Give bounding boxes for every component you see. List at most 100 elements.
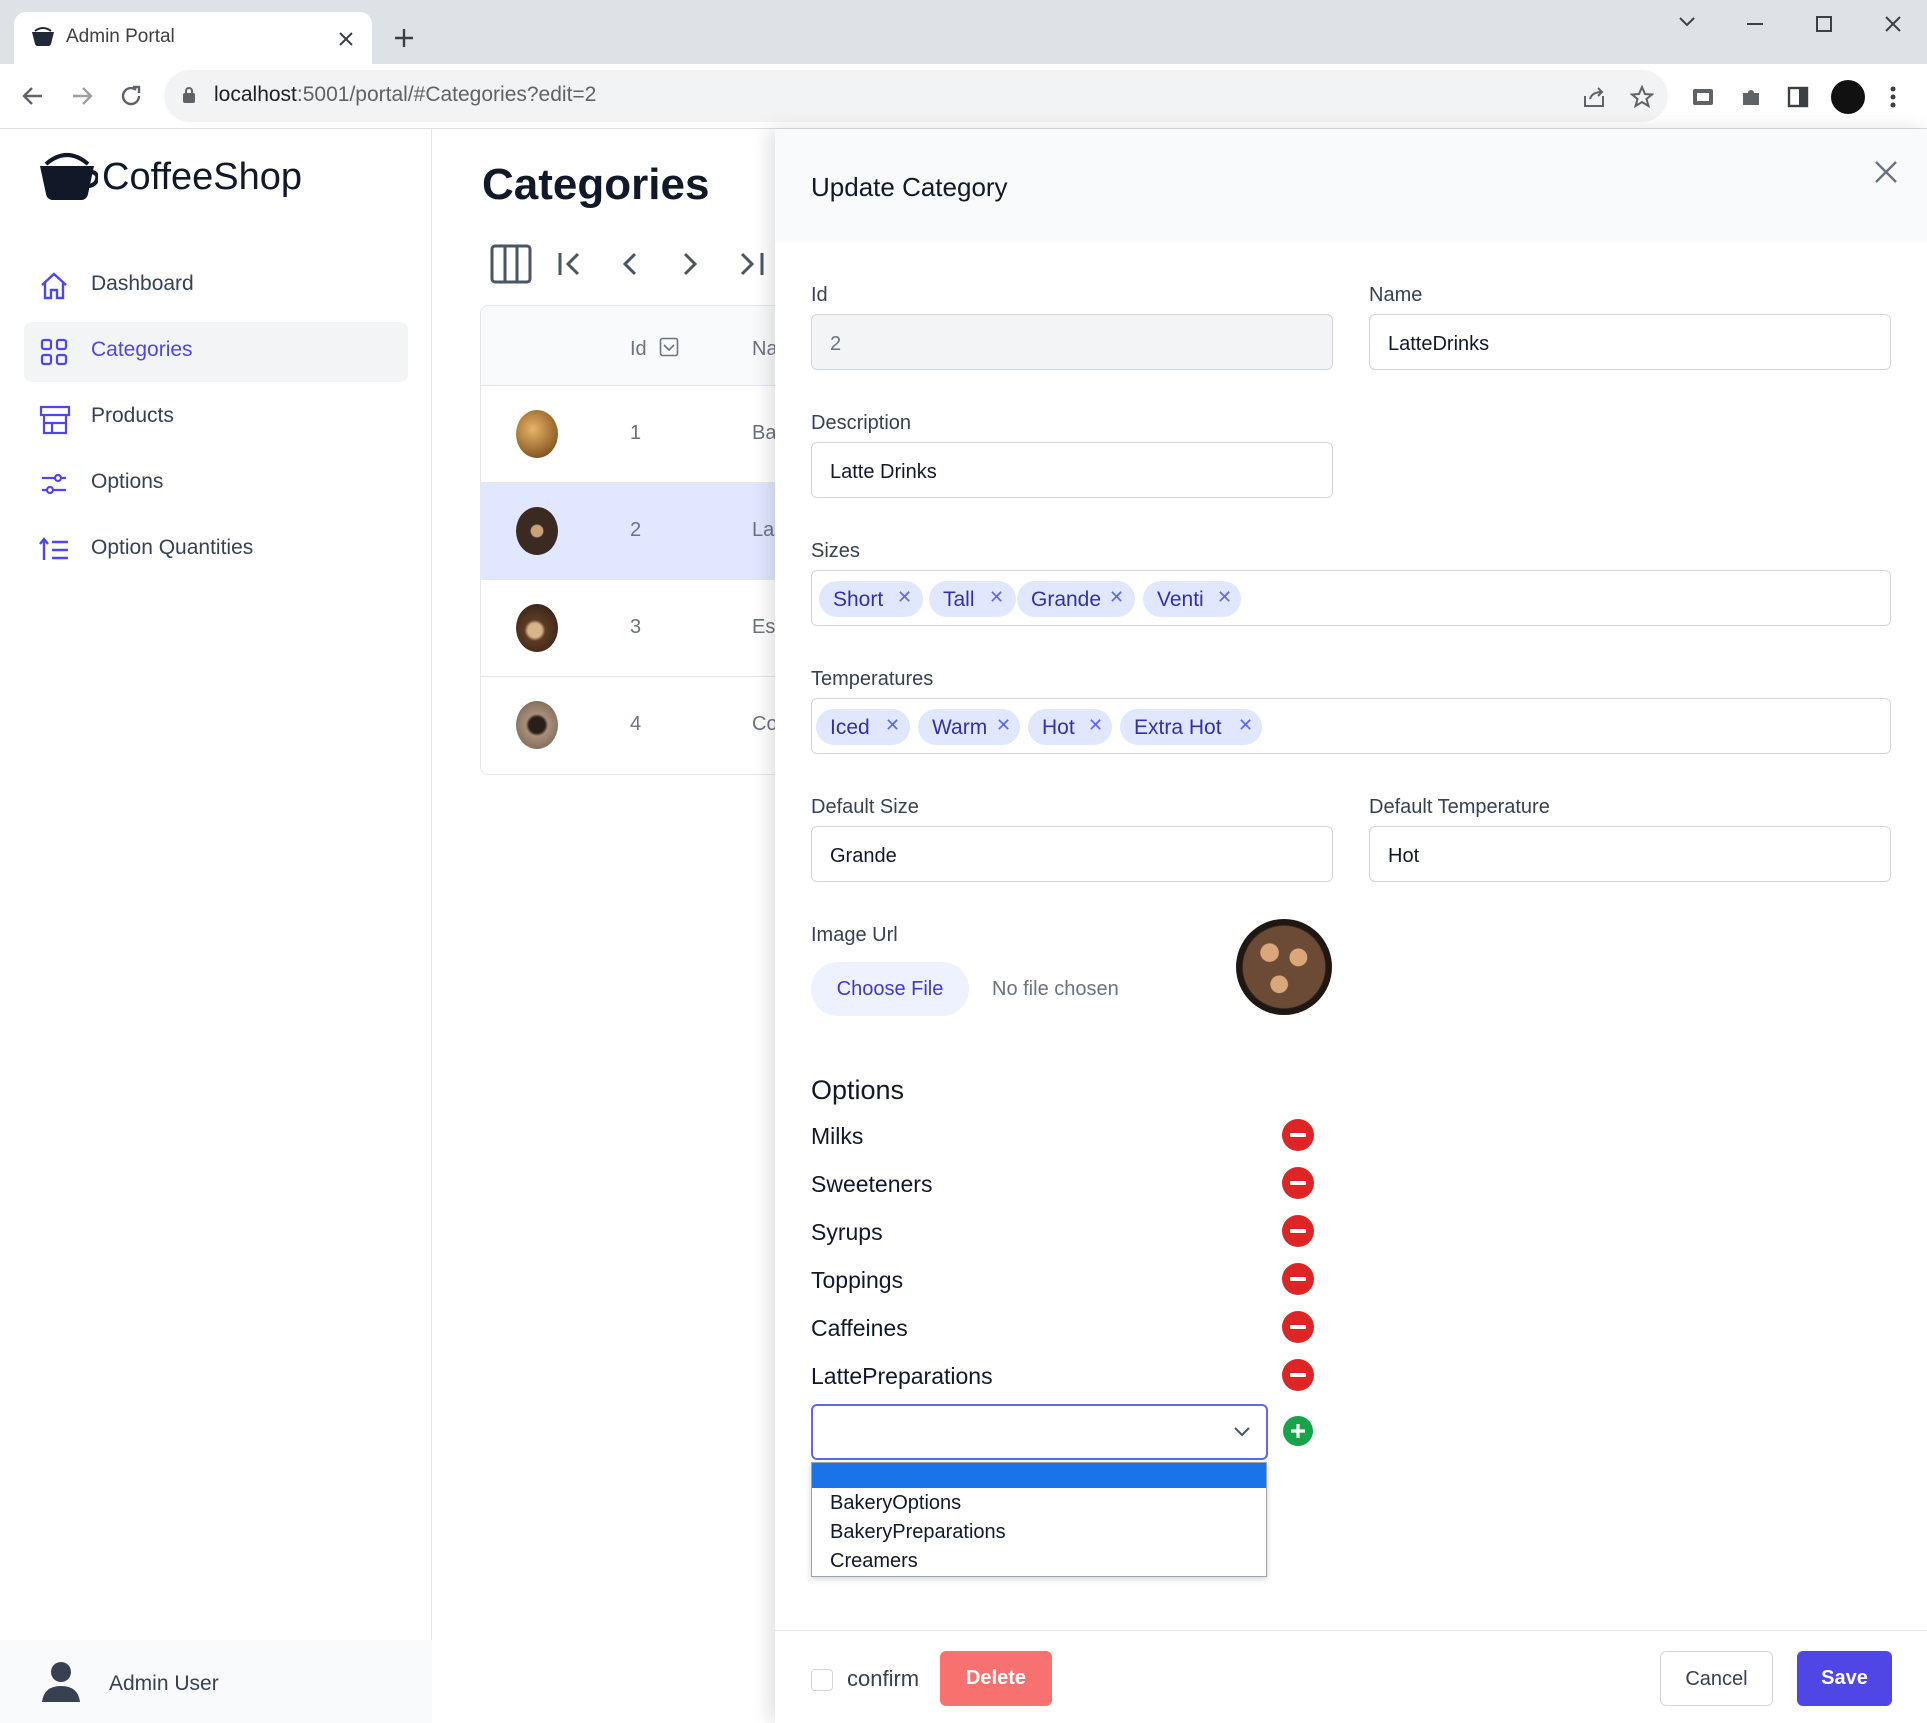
- forward-icon[interactable]: [71, 85, 93, 107]
- cell-id: 4: [630, 713, 642, 735]
- prev-page-icon[interactable]: [618, 250, 642, 278]
- add-option-select[interactable]: [811, 1404, 1268, 1460]
- remove-tag-icon[interactable]: ✕: [1238, 715, 1253, 736]
- size-tag[interactable]: Grande ✕: [1017, 581, 1135, 617]
- remove-tag-icon[interactable]: ✕: [1217, 587, 1232, 608]
- reload-icon[interactable]: [119, 84, 143, 108]
- table-row[interactable]: 4 Co: [481, 677, 799, 774]
- sidebar-item-options[interactable]: Options: [24, 454, 408, 514]
- temperature-tag[interactable]: Extra Hot ✕: [1120, 709, 1262, 745]
- share-icon[interactable]: [1582, 86, 1606, 108]
- remove-option-icon[interactable]: [1282, 1215, 1314, 1247]
- minimize-icon[interactable]: [1746, 22, 1764, 26]
- cell-name: Ba: [752, 422, 777, 444]
- remove-tag-icon[interactable]: ✕: [989, 587, 1004, 608]
- temperature-tag[interactable]: Hot ✕: [1028, 709, 1112, 745]
- url-text[interactable]: localhost:5001/portal/#Categories?edit=2: [214, 83, 596, 107]
- default-size-field[interactable]: Grande: [811, 826, 1333, 882]
- sidebar-item-label: Categories: [91, 338, 193, 361]
- table-row[interactable]: 2 La: [481, 483, 799, 580]
- sizes-tag-input[interactable]: Short ✕ Tall ✕ Grande ✕ Venti ✕: [811, 570, 1891, 626]
- option-item: Caffeines: [811, 1315, 908, 1341]
- column-header-name[interactable]: Na: [752, 338, 778, 361]
- dropdown-option[interactable]: BakeryPreparations: [830, 1521, 1006, 1544]
- categories-table: Id Na 1 Ba 2 La 3 Esp 4 Co: [480, 305, 800, 775]
- table-header: Id Na: [481, 306, 799, 386]
- side-panel-icon[interactable]: [1786, 85, 1810, 109]
- sidebar-item-label: Products: [91, 404, 174, 427]
- cell-id: 1: [630, 422, 642, 444]
- remove-tag-icon[interactable]: ✕: [897, 587, 912, 608]
- category-image-preview: [1236, 919, 1332, 1015]
- remove-option-icon[interactable]: [1282, 1359, 1314, 1391]
- close-icon[interactable]: [1874, 160, 1898, 184]
- cell-name: Co: [752, 713, 778, 735]
- remove-tag-icon[interactable]: ✕: [1109, 587, 1124, 608]
- remove-option-icon[interactable]: [1282, 1311, 1314, 1343]
- url-path: :5001/portal/#Categories?edit=2: [296, 83, 597, 106]
- back-icon[interactable]: [22, 85, 44, 107]
- remove-option-icon[interactable]: [1282, 1167, 1314, 1199]
- tab-title: Admin Portal: [66, 26, 175, 47]
- dropdown-option[interactable]: BakeryOptions: [830, 1492, 961, 1515]
- size-tag[interactable]: Tall ✕: [929, 581, 1016, 617]
- save-button[interactable]: Save: [1797, 1651, 1892, 1706]
- bookmark-star-icon[interactable]: [1630, 85, 1654, 109]
- dropdown-option[interactable]: Creamers: [830, 1550, 918, 1573]
- file-status: No file chosen: [992, 978, 1119, 1000]
- new-tab-icon[interactable]: [394, 28, 414, 48]
- tag-label: Short: [833, 588, 884, 611]
- next-page-icon[interactable]: [678, 250, 702, 278]
- temperature-tag[interactable]: Warm ✕: [918, 709, 1020, 745]
- cell-name: La: [752, 519, 775, 541]
- remove-tag-icon[interactable]: ✕: [885, 715, 900, 736]
- extensions-puzzle-icon[interactable]: [1739, 85, 1763, 109]
- confirm-checkbox[interactable]: [811, 1669, 833, 1691]
- option-item: Milks: [811, 1123, 864, 1149]
- dropdown-option-empty[interactable]: [812, 1463, 1266, 1488]
- size-tag[interactable]: Venti ✕: [1143, 581, 1241, 617]
- default-temperature-field[interactable]: Hot: [1369, 826, 1891, 882]
- choose-file-button[interactable]: Choose File: [811, 962, 969, 1016]
- cancel-button[interactable]: Cancel: [1660, 1651, 1773, 1706]
- category-thumbnail: [516, 604, 558, 652]
- last-page-icon[interactable]: [736, 250, 766, 278]
- temperature-tag[interactable]: Iced ✕: [816, 709, 910, 745]
- coffeeshop-logo-icon: [40, 153, 98, 201]
- window-close-icon[interactable]: [1884, 15, 1902, 33]
- table-row[interactable]: 1 Ba: [481, 386, 799, 483]
- close-tab-icon[interactable]: [338, 31, 354, 47]
- page-title: Categories: [482, 160, 710, 209]
- sidebar-item-dashboard[interactable]: Dashboard: [24, 256, 408, 316]
- add-option-icon[interactable]: [1283, 1416, 1313, 1446]
- tab-search-icon[interactable]: [1678, 14, 1696, 28]
- tag-label: Tall: [943, 588, 975, 611]
- sort-list-icon: [39, 537, 68, 560]
- description-field[interactable]: Latte Drinks: [811, 442, 1333, 498]
- first-page-icon[interactable]: [556, 250, 586, 278]
- remove-option-icon[interactable]: [1282, 1263, 1314, 1295]
- remove-option-icon[interactable]: [1282, 1119, 1314, 1151]
- id-field[interactable]: 2: [811, 314, 1333, 370]
- name-field[interactable]: LatteDrinks: [1369, 314, 1891, 370]
- browser-menu-icon[interactable]: [1889, 85, 1897, 109]
- remove-tag-icon[interactable]: ✕: [1088, 715, 1103, 736]
- tag-label: Extra Hot: [1134, 716, 1222, 739]
- remove-tag-icon[interactable]: ✕: [996, 715, 1011, 736]
- lock-icon[interactable]: [182, 86, 196, 104]
- sidebar-item-products[interactable]: Products: [24, 388, 408, 448]
- user-avatar-icon: [42, 1662, 80, 1702]
- panel-title: Update Category: [811, 172, 1008, 202]
- size-tag[interactable]: Short ✕: [819, 581, 923, 617]
- filter-icon[interactable]: [659, 337, 679, 357]
- column-header-id[interactable]: Id: [630, 338, 647, 361]
- delete-button[interactable]: Delete: [940, 1651, 1052, 1706]
- sidebar-item-categories[interactable]: Categories: [24, 322, 408, 382]
- profile-avatar[interactable]: [1831, 80, 1865, 114]
- table-row[interactable]: 3 Esp: [481, 580, 799, 677]
- temperatures-tag-input[interactable]: Iced ✕ Warm ✕ Hot ✕ Extra Hot ✕: [811, 698, 1891, 754]
- columns-icon[interactable]: [490, 244, 532, 284]
- maximize-icon[interactable]: [1815, 15, 1833, 33]
- extension-screenshot-icon[interactable]: [1691, 85, 1715, 109]
- sidebar-item-option-quantities[interactable]: Option Quantities: [24, 520, 408, 580]
